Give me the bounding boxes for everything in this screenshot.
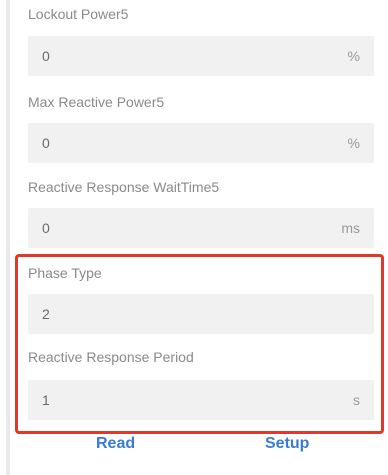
- lockout-power5-field[interactable]: 0 %: [28, 36, 374, 76]
- seconds-unit: s: [353, 392, 360, 408]
- reactive-response-period-label: Reactive Response Period: [28, 349, 194, 365]
- phase-type-value: 2: [42, 306, 50, 322]
- reactive-response-waittime5-value: 0: [42, 220, 50, 236]
- lockout-power5-value: 0: [42, 48, 50, 64]
- max-reactive-power5-value: 0: [42, 135, 50, 151]
- max-reactive-power5-field[interactable]: 0 %: [28, 123, 374, 163]
- phase-type-field[interactable]: 2: [28, 294, 374, 334]
- max-reactive-power5-label: Max Reactive Power5: [28, 94, 165, 110]
- ms-unit: ms: [341, 220, 360, 236]
- setup-button[interactable]: Setup: [265, 435, 309, 453]
- reactive-response-period-value: 1: [42, 392, 50, 408]
- lockout-power5-label: Lockout Power5: [28, 6, 129, 22]
- reactive-response-period-field[interactable]: 1 s: [28, 380, 374, 420]
- reactive-response-waittime5-label: Reactive Response WaitTime5: [28, 179, 220, 195]
- phase-type-label: Phase Type: [28, 265, 102, 281]
- percent-unit: %: [347, 48, 360, 64]
- percent-unit: %: [347, 135, 360, 151]
- reactive-response-waittime5-field[interactable]: 0 ms: [28, 208, 374, 248]
- left-divider: [6, 0, 10, 475]
- read-button[interactable]: Read: [96, 435, 135, 453]
